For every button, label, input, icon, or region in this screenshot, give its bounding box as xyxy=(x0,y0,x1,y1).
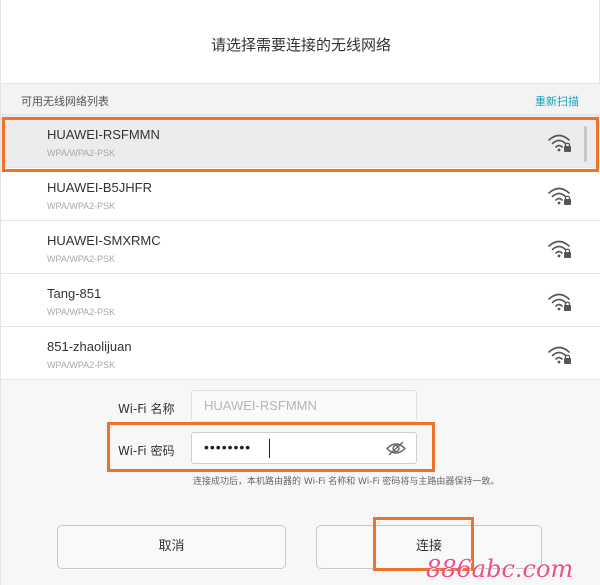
network-name: HUAWEI-B5JHFR xyxy=(47,180,152,195)
network-list[interactable]: HUAWEI-RSFMMN WPA/WPA2-PSK HUAWEI-B5JHFR… xyxy=(1,115,600,380)
network-item[interactable]: 851-zhaolijuan WPA/WPA2-PSK xyxy=(1,327,600,380)
wifi-lock-icon xyxy=(548,346,571,364)
wifi-lock-icon xyxy=(548,187,571,205)
cancel-button[interactable]: 取消 xyxy=(57,525,286,569)
connect-button[interactable]: 连接 xyxy=(316,525,542,569)
wifi-lock-icon xyxy=(548,134,571,152)
wifi-name-label: Wi-Fi 名称 xyxy=(118,402,175,416)
network-name: 851-zhaolijuan xyxy=(47,339,132,354)
network-item[interactable]: Tang-851 WPA/WPA2-PSK xyxy=(1,274,600,327)
dialog-header: 请选择需要连接的无线网络 xyxy=(1,0,600,84)
dialog-title: 请选择需要连接的无线网络 xyxy=(210,36,391,54)
wifi-password-field[interactable]: •••••••• xyxy=(191,432,417,464)
network-list-title: 可用无线网络列表 xyxy=(21,95,109,108)
connect-form: Wi-Fi 名称 HUAWEI-RSFMMN Wi-Fi 密码 ••••••••… xyxy=(1,380,600,585)
wifi-lock-icon xyxy=(548,240,571,258)
network-security: WPA/WPA2-PSK xyxy=(47,307,116,317)
network-item[interactable]: HUAWEI-B5JHFR WPA/WPA2-PSK xyxy=(1,168,600,221)
network-name: HUAWEI-SMXRMC xyxy=(47,233,161,248)
wifi-name-field: HUAWEI-RSFMMN xyxy=(191,390,417,422)
wifi-lock-icon xyxy=(548,293,571,311)
eye-slash-icon[interactable] xyxy=(386,440,406,457)
network-security: WPA/WPA2-PSK xyxy=(47,254,116,264)
network-item[interactable]: HUAWEI-SMXRMC WPA/WPA2-PSK xyxy=(1,221,600,274)
network-list-header: 可用无线网络列表 重新扫描 xyxy=(1,84,600,115)
network-security: WPA/WPA2-PSK xyxy=(47,201,116,211)
network-security: WPA/WPA2-PSK xyxy=(47,148,116,158)
sync-hint-text: 连接成功后，本机路由器的 Wi-Fi 名称和 Wi-Fi 密码将与主路由器保持一… xyxy=(193,477,500,487)
wifi-password-value: •••••••• xyxy=(204,439,252,455)
list-scrollbar[interactable] xyxy=(584,126,587,162)
network-name: HUAWEI-RSFMMN xyxy=(47,127,160,142)
text-caret xyxy=(269,439,270,458)
wifi-password-label: Wi-Fi 密码 xyxy=(118,444,175,458)
rescan-link[interactable]: 重新扫描 xyxy=(535,93,579,109)
network-item[interactable]: HUAWEI-RSFMMN WPA/WPA2-PSK xyxy=(1,115,600,168)
network-security: WPA/WPA2-PSK xyxy=(47,360,116,370)
wifi-select-dialog: 请选择需要连接的无线网络 可用无线网络列表 重新扫描 HUAWEI-RSFMMN… xyxy=(0,0,600,585)
network-name: Tang-851 xyxy=(47,286,102,301)
